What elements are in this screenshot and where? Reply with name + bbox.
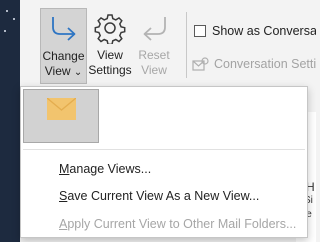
menu-divider — [23, 149, 305, 150]
gear-icon — [94, 14, 126, 44]
change-view-icon — [51, 17, 75, 41]
view-gallery-item-compact[interactable] — [23, 89, 99, 143]
save-current-view-item[interactable]: Save Current View As a New View... — [59, 188, 259, 204]
change-view-button[interactable]: Change View ⌄ — [40, 8, 87, 84]
ribbon-group-divider — [186, 12, 187, 78]
change-view-label: Change View ⌄ — [42, 49, 85, 78]
show-as-conversations-label: Show as Conversations — [212, 24, 316, 38]
window-edge-strip — [0, 0, 20, 242]
reset-view-icon — [143, 17, 166, 41]
conversation-settings-icon — [192, 57, 209, 71]
view-settings-button[interactable]: View Settings — [88, 8, 132, 84]
reset-view-button[interactable]: Reset View — [132, 8, 176, 84]
apply-view-to-folders-item[interactable]: Apply Current View to Other Mail Folders… — [59, 216, 296, 232]
envelope-icon — [47, 98, 76, 120]
change-view-dropdown: Manage Views... Save Current View As a N… — [20, 86, 308, 238]
conversation-settings-label: Conversation Settings — [214, 57, 316, 71]
chevron-down-icon: ⌄ — [73, 67, 83, 78]
view-ribbon: Change View ⌄ View Settings Reset View S… — [20, 0, 316, 86]
conversation-settings-button[interactable]: Conversation Settings ⌄ — [192, 55, 316, 73]
view-settings-label: View Settings — [88, 48, 132, 77]
reset-view-label: Reset View — [138, 48, 170, 77]
manage-views-item[interactable]: Manage Views... — [59, 161, 151, 177]
checkbox-box[interactable] — [194, 25, 206, 37]
outlook-window: Change View ⌄ View Settings Reset View S… — [0, 0, 316, 242]
